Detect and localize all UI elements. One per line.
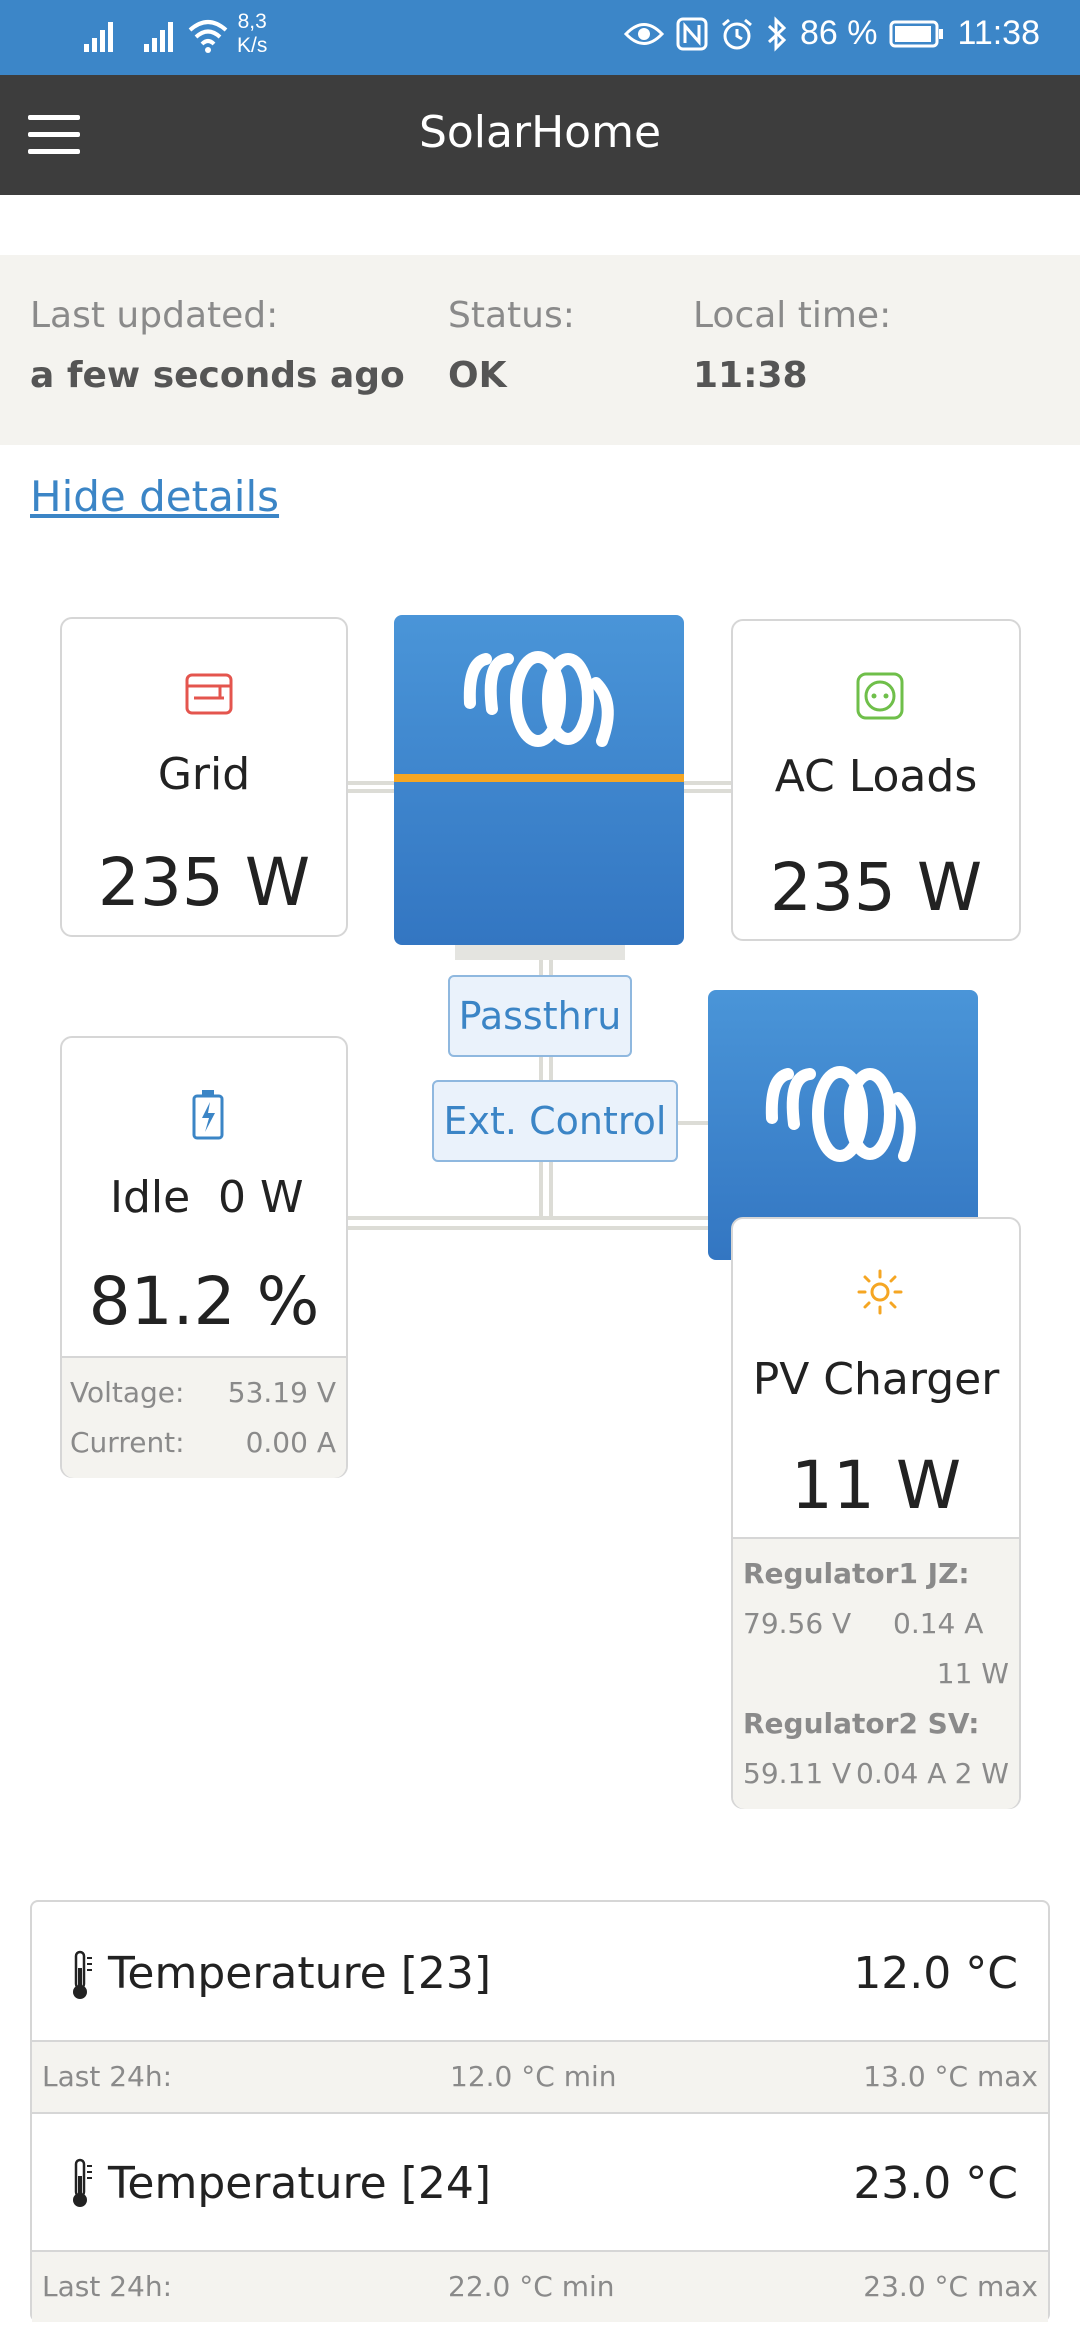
- status-right: 86 % 11:38: [623, 14, 1040, 53]
- nfc-icon: [676, 17, 708, 50]
- battery-details: Voltage: 53.19 V Current: 0.00 A: [62, 1356, 346, 1478]
- victron-logo-icon: [463, 651, 614, 747]
- grid-value: 235 W: [97, 844, 311, 921]
- connector-line: [348, 1216, 743, 1220]
- connector-line: [348, 781, 394, 785]
- last24-label: Last 24h:: [42, 2060, 173, 2093]
- temperature-history: Last 24h: 12.0 °C min 13.0 °C max: [32, 2040, 1048, 2114]
- battery-icon: [889, 20, 944, 47]
- bluetooth-icon: [767, 15, 787, 52]
- info-strip: Last updated: a few seconds ago Status: …: [0, 255, 1080, 445]
- connector-line: [348, 789, 394, 793]
- battery-state: Idle: [110, 1172, 191, 1223]
- temperature-max: 13.0 °C max: [863, 2060, 1038, 2093]
- temperature-min: 12.0 °C min: [450, 2060, 617, 2093]
- temperature-value: 12.0 °C: [853, 1948, 1018, 1999]
- victron-logo-icon: [765, 1066, 916, 1162]
- last24-label: Last 24h:: [42, 2270, 173, 2303]
- regulator-power: 11 W: [936, 1657, 1009, 1690]
- ext-control-tag: Ext. Control: [432, 1080, 678, 1162]
- socket-icon: [856, 672, 904, 720]
- ac-loads-card[interactable]: AC Loads 235 W: [731, 619, 1021, 941]
- regulator-current: 0.14 A: [893, 1607, 984, 1640]
- battery-charging-icon: [192, 1090, 224, 1140]
- passthru-tag: Passthru: [448, 975, 632, 1057]
- temperature-row[interactable]: Temperature [24] 23.0 °C: [32, 2112, 1048, 2250]
- temperature-name: Temperature [24]: [108, 2158, 492, 2209]
- hide-details-link[interactable]: Hide details: [30, 472, 279, 521]
- temperature-table: Temperature [23] 12.0 °C Last 24h: 12.0 …: [30, 1900, 1050, 2322]
- regulator-name: Regulator2 SV:: [743, 1707, 980, 1740]
- grid-label: Grid: [157, 749, 251, 800]
- status-value: OK: [448, 355, 507, 396]
- battery-card[interactable]: Idle 0 W 81.2 % Voltage: 53.19 V Current…: [60, 1036, 348, 1478]
- regulator-current: 0.04 A: [856, 1757, 947, 1790]
- thermometer-icon: [73, 1950, 92, 1999]
- pv-charger-label: PV Charger: [752, 1354, 1000, 1405]
- grid-card[interactable]: Grid 235 W: [60, 617, 348, 937]
- regulator-voltage: 79.56 V: [743, 1607, 852, 1640]
- connector-line: [348, 1226, 743, 1230]
- ac-loads-value: 235 W: [769, 849, 983, 926]
- pv-charger-value: 11 W: [790, 1447, 962, 1524]
- temperature-max: 23.0 °C max: [863, 2270, 1038, 2303]
- status-label: Status:: [448, 295, 575, 336]
- voltage-value: 53.19 V: [227, 1376, 336, 1409]
- status-bar: 8,3 K/s 86 % 11:38: [0, 0, 1080, 75]
- temperature-row[interactable]: Temperature [23] 12.0 °C: [32, 1902, 1048, 2040]
- ac-loads-label: AC Loads: [774, 751, 978, 802]
- eye-icon: [623, 22, 664, 45]
- net-speed: 8,3 K/s: [237, 10, 268, 57]
- connector-line: [676, 1121, 710, 1125]
- last-updated-value: a few seconds ago: [30, 355, 405, 396]
- app-title: SolarHome: [418, 107, 662, 158]
- signal-icon: [84, 22, 113, 52]
- regulator-power: 2 W: [954, 1757, 1009, 1790]
- current-label: Current:: [70, 1426, 185, 1459]
- battery-soc: 81.2 %: [88, 1263, 320, 1340]
- regulator-voltage: 59.11 V: [743, 1757, 852, 1790]
- wifi-icon: [188, 20, 228, 53]
- pv-regulators: Regulator1 JZ: 79.56 V 0.14 A 11 W Regul…: [733, 1537, 1019, 1809]
- temperature-min: 22.0 °C min: [448, 2270, 615, 2303]
- last-updated-label: Last updated:: [30, 295, 279, 336]
- battery-power: 0 W: [218, 1172, 304, 1223]
- battery-percent: 86 %: [799, 14, 878, 52]
- current-value: 0.00 A: [245, 1426, 336, 1459]
- inverter-orange-stripe: [394, 774, 684, 782]
- app-bar: SolarHome: [0, 75, 1080, 195]
- grid-icon: [185, 673, 233, 715]
- temperature-name: Temperature [23]: [108, 1948, 492, 1999]
- inverter-charger-block[interactable]: [394, 615, 684, 945]
- signal-icon-2: [144, 22, 173, 52]
- temperature-value: 23.0 °C: [853, 2158, 1018, 2209]
- alarm-icon: [721, 18, 752, 49]
- connector-line: [684, 789, 732, 793]
- local-time-label: Local time:: [693, 295, 892, 336]
- voltage-label: Voltage:: [70, 1376, 185, 1409]
- clock: 11:38: [957, 14, 1040, 52]
- local-time-value: 11:38: [693, 355, 808, 396]
- pv-charger-card[interactable]: PV Charger 11 W Regulator1 JZ: 79.56 V 0…: [731, 1217, 1021, 1809]
- sun-icon: [857, 1269, 903, 1315]
- temperature-history: Last 24h: 22.0 °C min 23.0 °C max: [32, 2250, 1048, 2322]
- connector-line: [684, 781, 732, 785]
- regulator-name: Regulator1 JZ:: [743, 1557, 970, 1590]
- thermometer-icon: [73, 2158, 92, 2207]
